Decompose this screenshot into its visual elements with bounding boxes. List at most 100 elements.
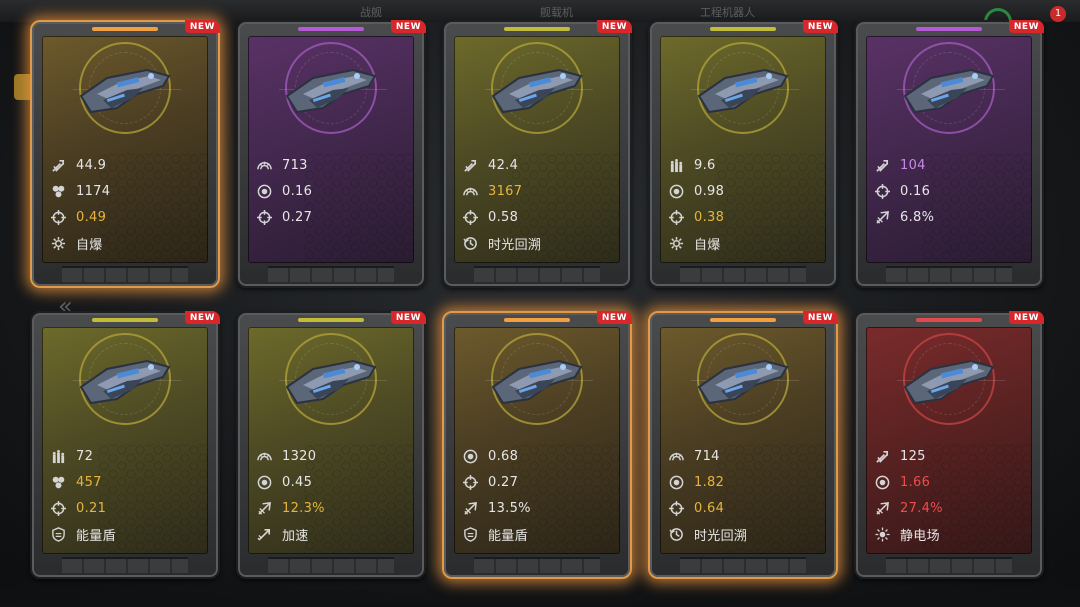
stat-row: 1320 <box>256 443 406 469</box>
stat-row: 3167 <box>462 178 612 204</box>
rarity-bar <box>710 318 776 322</box>
item-card[interactable]: NEW 104 0.16 6.8% <box>854 20 1044 288</box>
stat-value: 0.68 <box>488 448 519 464</box>
stat-value: 0.38 <box>694 209 725 225</box>
item-card[interactable]: NEW 1320 0.45 12.3% 加速 <box>236 311 426 579</box>
card-base <box>62 266 188 282</box>
boost-icon <box>462 500 478 516</box>
card-panel: 1320 0.45 12.3% 加速 <box>248 327 414 554</box>
stat-row: 27.4% <box>874 495 1024 521</box>
stat-value: 9.6 <box>694 157 716 173</box>
stat-row: 0.98 <box>668 178 818 204</box>
item-card[interactable]: NEW 42.4 3167 0.58 时光回溯 <box>442 20 632 288</box>
stat-list: 714 1.82 0.64 时光回溯 <box>668 443 818 547</box>
stat-row: 时光回溯 <box>462 230 612 256</box>
stat-row: 13.5% <box>462 495 612 521</box>
shield-ring-icon <box>668 183 684 199</box>
card-panel: 44.9 1174 0.49 自爆 <box>42 36 208 263</box>
stat-row: 能量盾 <box>50 521 200 547</box>
stat-value: 3167 <box>488 183 523 199</box>
rarity-bar <box>504 318 570 322</box>
stat-value: 1.66 <box>900 474 931 490</box>
top-menu-bar: 战舰 舰载机 工程机器人 <box>0 0 1080 22</box>
stat-value: 44.9 <box>76 157 107 173</box>
item-card[interactable]: NEW 713 0.16 0.27 <box>236 20 426 288</box>
item-card[interactable]: NEW 125 1.66 27.4% 静电场 <box>854 311 1044 579</box>
stat-value: 6.8% <box>900 209 935 225</box>
stat-value: 能量盾 <box>76 528 116 544</box>
top-tab-2[interactable]: 舰载机 <box>540 4 573 20</box>
ship-illustration <box>697 359 789 405</box>
item-card[interactable]: NEW 9.6 0.98 0.38 自爆 <box>648 20 838 288</box>
card-panel: 0.68 0.27 13.5% 能量盾 <box>454 327 620 554</box>
stat-row: 时光回溯 <box>668 521 818 547</box>
stat-list: 44.9 1174 0.49 自爆 <box>50 152 200 256</box>
stat-value: 0.27 <box>488 474 519 490</box>
new-badge: NEW <box>390 311 426 324</box>
item-card[interactable]: NEW 44.9 1174 0.49 自爆 <box>30 20 220 288</box>
stat-value: 0.58 <box>488 209 519 225</box>
card-base <box>474 557 600 573</box>
crosshair-icon <box>50 209 66 225</box>
stat-row: 1.82 <box>668 469 818 495</box>
crosshair-icon <box>462 209 478 225</box>
stat-value: 1.82 <box>694 474 725 490</box>
stat-value: 静电场 <box>900 528 940 544</box>
card-panel: 714 1.82 0.64 时光回溯 <box>660 327 826 554</box>
new-badge: NEW <box>184 20 220 33</box>
item-card[interactable]: NEW 0.68 0.27 13.5% 能量盾 <box>442 311 632 579</box>
card-base <box>680 266 806 282</box>
stat-row: 125 <box>874 443 1024 469</box>
ship-illustration <box>903 359 995 405</box>
stat-value: 自爆 <box>694 237 721 253</box>
card-panel: 9.6 0.98 0.38 自爆 <box>660 36 826 263</box>
card-base <box>62 557 188 573</box>
stat-value: 0.49 <box>76 209 107 225</box>
stat-list: 0.68 0.27 13.5% 能量盾 <box>462 443 612 547</box>
boost-icon <box>256 500 272 516</box>
rarity-bar <box>916 27 982 31</box>
stat-row: 能量盾 <box>462 521 612 547</box>
stat-row: 0.16 <box>874 178 1024 204</box>
stat-row: 0.16 <box>256 178 406 204</box>
stat-value: 1320 <box>282 448 317 464</box>
stat-value: 713 <box>282 157 308 173</box>
item-card[interactable]: NEW 714 1.82 0.64 时光回溯 <box>648 311 838 579</box>
ship-illustration <box>697 68 789 114</box>
stat-list: 9.6 0.98 0.38 自爆 <box>668 152 818 256</box>
stat-row: 0.38 <box>668 204 818 230</box>
shield-ring-icon <box>462 448 478 464</box>
stat-value: 125 <box>900 448 926 464</box>
stat-value: 12.3% <box>282 500 325 516</box>
stat-row: 0.64 <box>668 495 818 521</box>
attack-icon <box>874 157 890 173</box>
ammo-icon <box>668 157 684 173</box>
stat-row: 加速 <box>256 521 406 547</box>
ship-illustration <box>491 68 583 114</box>
stat-value: 13.5% <box>488 500 531 516</box>
ship-illustration <box>491 359 583 405</box>
stat-value: 能量盾 <box>488 528 528 544</box>
stat-row: 静电场 <box>874 521 1024 547</box>
stat-value: 714 <box>694 448 720 464</box>
ship-illustration <box>903 68 995 114</box>
top-tab-3[interactable]: 工程机器人 <box>700 4 755 20</box>
stat-value: 0.16 <box>900 183 931 199</box>
shield-ring-icon <box>256 183 272 199</box>
card-panel: 42.4 3167 0.58 时光回溯 <box>454 36 620 263</box>
shield-ring-icon <box>874 474 890 490</box>
top-tab-1[interactable]: 战舰 <box>360 4 382 20</box>
ship-illustration <box>285 68 377 114</box>
rarity-bar <box>92 318 158 322</box>
stat-row: 自爆 <box>50 230 200 256</box>
armor-icon <box>668 448 684 464</box>
energy-shield-icon <box>50 526 66 542</box>
crosshair-icon <box>668 500 684 516</box>
ship-illustration <box>79 359 171 405</box>
stat-value: 72 <box>76 448 94 464</box>
alert-badge[interactable]: 1 <box>1050 6 1066 22</box>
stat-row: 457 <box>50 469 200 495</box>
energy-shield-icon <box>462 526 478 542</box>
stat-list: 125 1.66 27.4% 静电场 <box>874 443 1024 547</box>
item-card[interactable]: NEW 72 457 0.21 能量盾 <box>30 311 220 579</box>
